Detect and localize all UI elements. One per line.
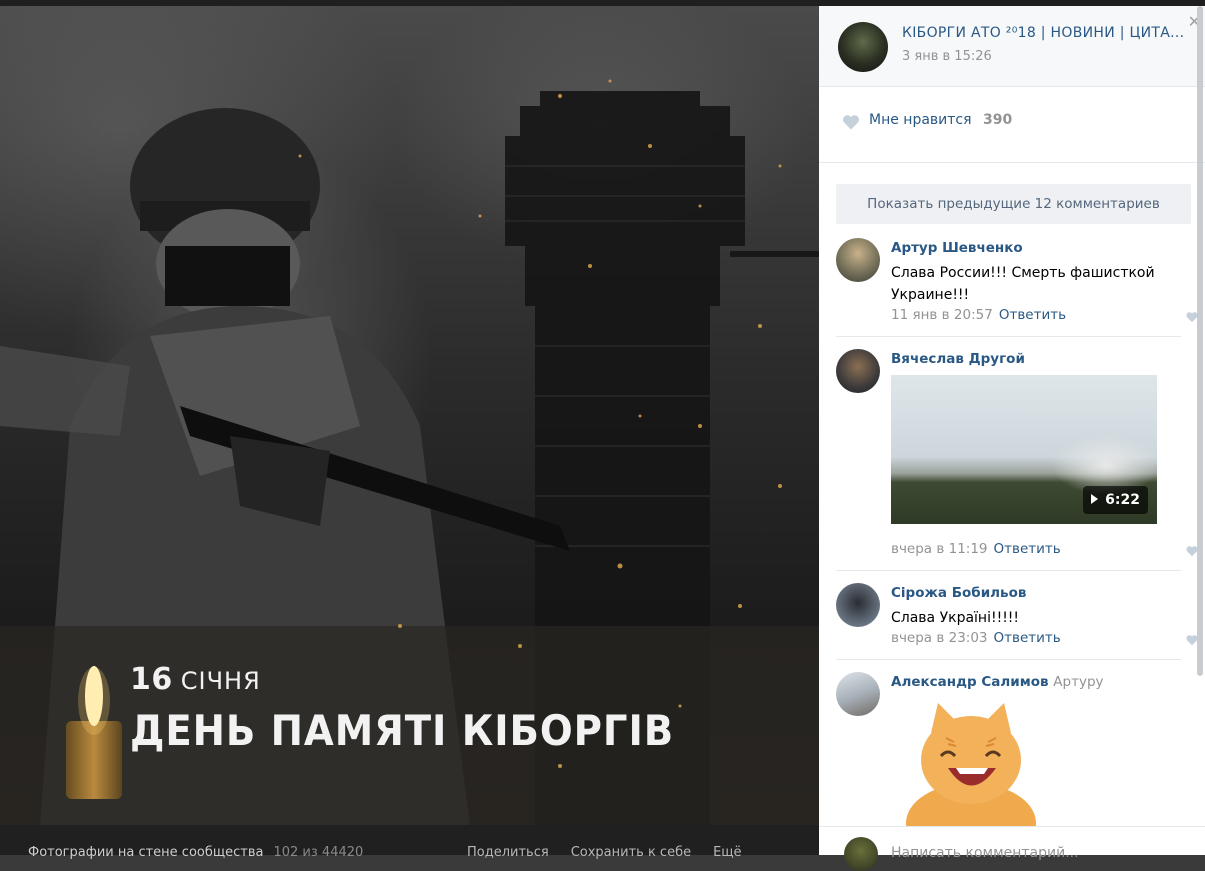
- comment: Вячеслав Другой 6:22 вчера в 11:19 Ответи…: [836, 349, 1198, 564]
- photo-footer: Фотографии на стене сообщества 102 из 444…: [0, 825, 819, 860]
- photo-viewer: 16 СІЧНЯ ДЕНЬ ПАМЯТІ КІБОРГІВ Фотографии …: [0, 0, 1205, 871]
- avatar[interactable]: [836, 672, 880, 716]
- like-count[interactable]: 390: [983, 112, 1012, 128]
- avatar[interactable]: [836, 238, 880, 282]
- photo-artwork: [0, 79, 819, 825]
- reply-to[interactable]: Артуру: [1053, 674, 1103, 690]
- post-date[interactable]: 3 янв в 15:26: [902, 49, 992, 64]
- avatar[interactable]: [836, 349, 880, 393]
- side-panel: КІБОРГИ АТО ²⁰18 | НОВИНИ | ЦИТА... 3 ян…: [819, 6, 1205, 871]
- more-button[interactable]: Ещё: [713, 845, 741, 860]
- group-name[interactable]: КІБОРГИ АТО ²⁰18 | НОВИНИ | ЦИТА...: [902, 25, 1184, 41]
- comment-date[interactable]: вчера в 11:19: [891, 541, 988, 557]
- album-info: Фотографии на стене сообщества 102 из 444…: [28, 845, 363, 860]
- comment: Сірожа Бобильов Слава Україні!!!!! вчера…: [836, 583, 1198, 653]
- comment-date[interactable]: вчера в 23:03: [891, 630, 988, 646]
- caption-day: 16: [130, 662, 173, 697]
- comment-author: Александр Салимов Артуру: [891, 674, 1104, 690]
- comment: Александр Салимов Артуру: [836, 672, 1181, 832]
- caption-date: 16 СІЧНЯ: [130, 662, 261, 697]
- my-avatar: [844, 837, 878, 871]
- video-duration: 6:22: [1083, 486, 1148, 514]
- photo-counter: 102 из 44420: [273, 845, 364, 860]
- likes-row: Мне нравится 390: [819, 88, 1205, 163]
- scrollbar[interactable]: [1197, 6, 1203, 676]
- divider: [836, 570, 1181, 571]
- avatar[interactable]: [836, 583, 880, 627]
- comment-text: Слава России!!! Смерть фашисткой Украине…: [891, 265, 1155, 303]
- comment-meta: 11 янв в 20:57 Ответить: [891, 307, 1066, 323]
- comment-author[interactable]: Сірожа Бобильов: [891, 585, 1026, 601]
- caption-month: СІЧНЯ: [180, 667, 261, 695]
- comment: Артур Шевченко Слава России!!! Смерть фа…: [836, 238, 1198, 328]
- comment-meta: вчера в 23:03 Ответить: [891, 630, 1061, 646]
- cat-sticker: [906, 703, 1036, 828]
- share-button[interactable]: Поделиться: [467, 845, 549, 860]
- reply-link[interactable]: Ответить: [994, 541, 1061, 557]
- photo[interactable]: 16 СІЧНЯ ДЕНЬ ПАМЯТІ КІБОРГІВ: [0, 6, 819, 825]
- reply-link[interactable]: Ответить: [994, 630, 1061, 646]
- like-button[interactable]: Мне нравится: [869, 112, 972, 128]
- comment-meta: вчера в 11:19 Ответить: [891, 541, 1061, 557]
- comment-input[interactable]: Написать комментарий...: [891, 845, 1079, 861]
- play-icon: [1091, 494, 1099, 504]
- heart-icon[interactable]: [841, 112, 861, 132]
- album-link[interactable]: Фотографии на стене сообщества: [28, 845, 263, 860]
- divider: [836, 659, 1181, 660]
- video-attachment[interactable]: 6:22: [891, 375, 1157, 524]
- comment-author-name[interactable]: Александр Салимов: [891, 674, 1049, 690]
- comment-composer: Написать комментарий...: [819, 826, 1205, 871]
- comment-author[interactable]: Вячеслав Другой: [891, 351, 1025, 367]
- caption-title: ДЕНЬ ПАМЯТІ КІБОРГІВ: [130, 706, 675, 755]
- comment-date[interactable]: 11 янв в 20:57: [891, 307, 993, 323]
- comment-text: Слава Україні!!!!!: [891, 610, 1020, 626]
- reply-link[interactable]: Ответить: [999, 307, 1066, 323]
- duration-label: 6:22: [1105, 492, 1140, 508]
- save-button[interactable]: Сохранить к себе: [571, 845, 691, 860]
- divider: [836, 336, 1181, 337]
- photo-actions: Поделиться Сохранить к себе Ещё: [467, 845, 764, 860]
- post-header: КІБОРГИ АТО ²⁰18 | НОВИНИ | ЦИТА... 3 ян…: [819, 6, 1205, 87]
- comment-author[interactable]: Артур Шевченко: [891, 240, 1023, 256]
- group-avatar[interactable]: [838, 22, 888, 72]
- show-previous-comments-button[interactable]: Показать предыдущие 12 комментариев: [836, 184, 1191, 224]
